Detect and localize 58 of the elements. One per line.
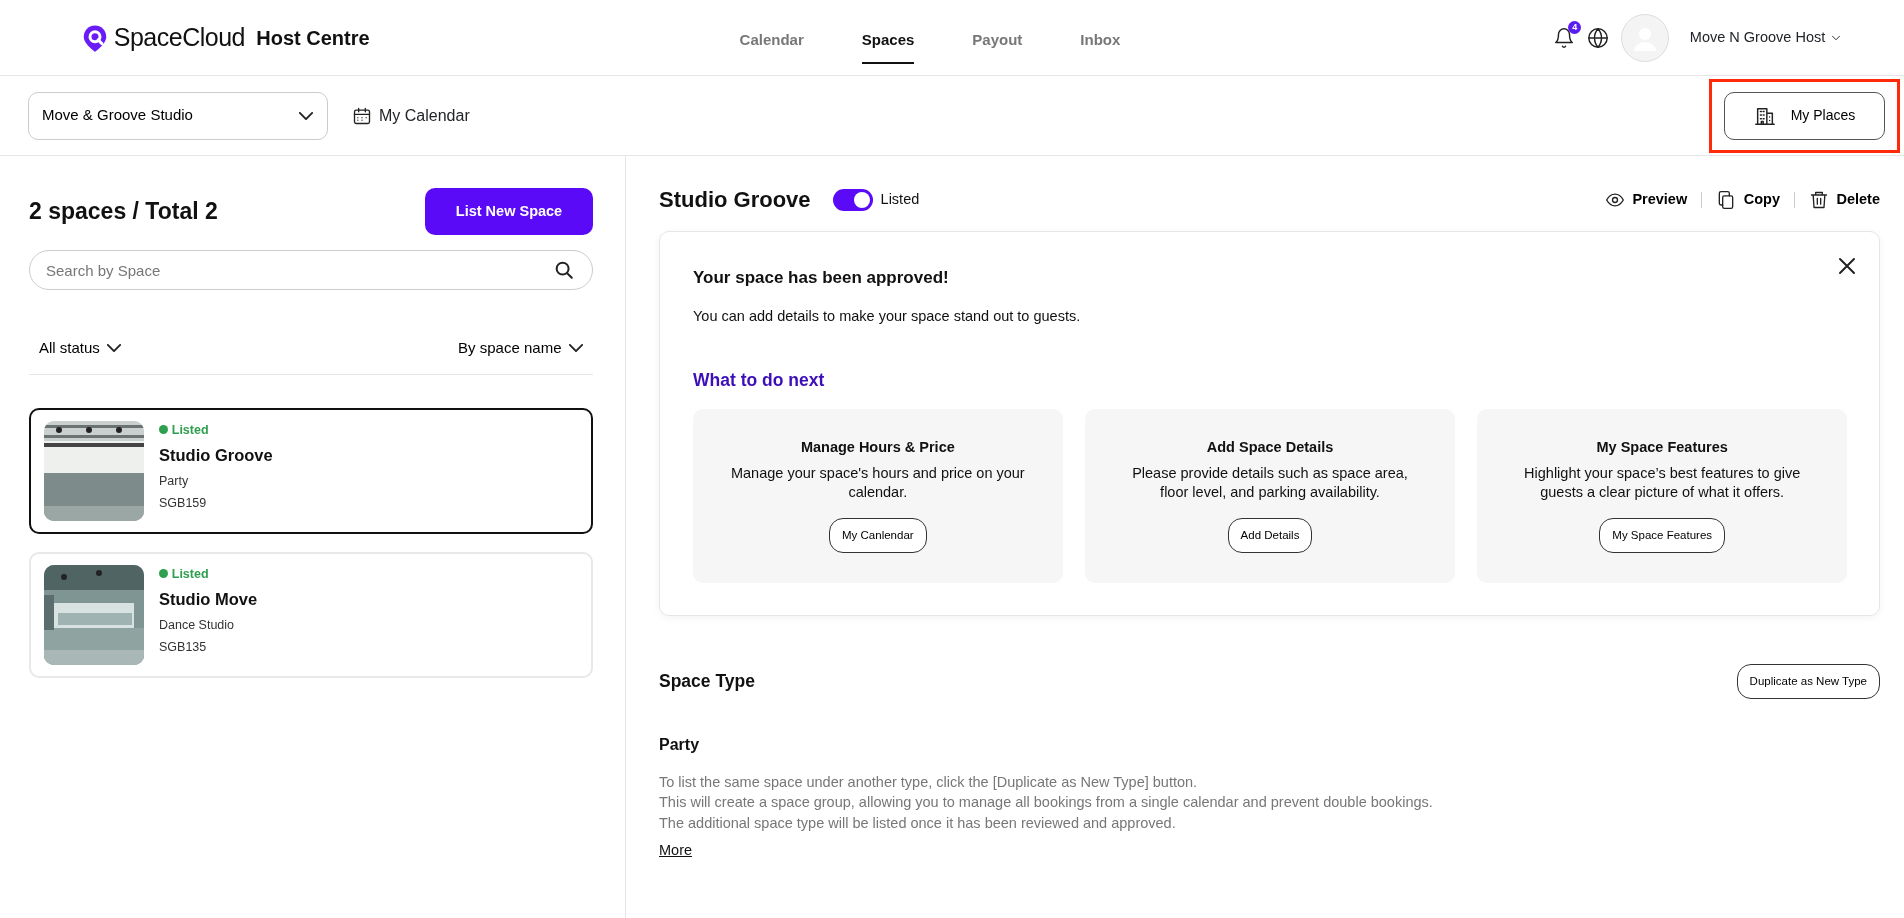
info-text: The additional space type will be listed once it has been reviewed and approved. [659,813,1177,833]
step-title: Manage Hours & Price [799,438,956,456]
nav-tab[interactable]: Inbox [1080,11,1121,64]
step-button[interactable]: My Space Features [1599,517,1726,553]
nav-tab[interactable]: Payout [972,11,1023,64]
list-new-space-button[interactable]: List New Space [425,188,593,235]
space-name: Studio Groove [159,445,273,466]
info-text: To list the same space under another type, click the [Duplicate as New Type] button. [659,773,1199,793]
action-button[interactable]: Delete [1794,188,1880,211]
my-places-button[interactable]: My Places [1724,91,1885,140]
step-button[interactable]: Add Details [1227,517,1313,553]
nav-tab[interactable]: Spaces [861,11,915,64]
section-heading: Space Type [659,670,755,694]
search-icon[interactable] [553,259,575,281]
space-card[interactable]: Listed Studio Move Dance Studio SGB135 [29,551,593,678]
step-button[interactable]: My Canlendar [829,517,927,553]
space-code: SGB135 [159,639,208,656]
chevron-down-icon [569,344,583,353]
step-title: Add Space Details [1205,438,1335,456]
place-select[interactable]: Move & Groove Studio [28,91,328,140]
toggle-label: Listed [880,189,920,209]
space-name: Studio Move [159,589,258,610]
trash-icon [1808,189,1829,210]
chevron-down-icon [107,344,122,353]
notice-text: You can add details to make your space stand out to guests. [693,306,1082,326]
space-card[interactable]: Listed Studio Groove Party SGB159 [29,407,593,534]
sort-dropdown[interactable]: By space name [448,337,593,360]
next-heading: What to do next [693,369,826,393]
status-label: Listed [171,421,209,439]
brand-name: SpaceCloud [113,21,245,53]
space-type: Dance Studio [159,616,236,634]
calendar-icon [351,105,372,126]
globe-icon[interactable] [1587,26,1610,49]
step-text: Please provide details such as space area, floor level, and parking availability. [1131,463,1409,502]
user-menu[interactable]: Move N Groove Host [1688,25,1844,50]
duplicate-button[interactable]: Duplicate as New Type [1736,663,1880,700]
space-title: Studio Groove [659,186,811,214]
space-count-heading: 2 spaces / Total 2 [29,197,218,227]
product-name: Host Centre [256,25,370,51]
info-text: This will create a space group, allowing you to manage all bookings from a single calendar and prevent double bookings. [659,793,1434,813]
step-text: Manage your space's hours and price on your calendar. [729,463,1026,502]
step-text: Highlight your space’s best features to give guests a clear picture of what it offers. [1523,463,1802,502]
calendar-link[interactable]: My Calendar [350,102,471,129]
status-label: Listed [171,565,209,583]
action-button[interactable]: Copy [1702,188,1794,211]
step-title: My Space Features [1595,438,1729,456]
chevron-down-icon [299,111,313,120]
notice-title: Your space has been approved! [693,267,950,289]
listed-toggle[interactable] [833,188,874,211]
space-type-name: Party [659,735,701,756]
status-filter[interactable]: All status [29,337,132,360]
more-link[interactable]: More [659,840,693,863]
notification-badge: 4 [1568,21,1582,34]
nav-tab[interactable]: Calendar [739,11,804,64]
action-button[interactable]: Preview [1590,188,1702,211]
space-code: SGB159 [159,495,208,512]
space-type: Party [159,472,190,490]
search-field[interactable]: Search by Space [29,250,593,290]
